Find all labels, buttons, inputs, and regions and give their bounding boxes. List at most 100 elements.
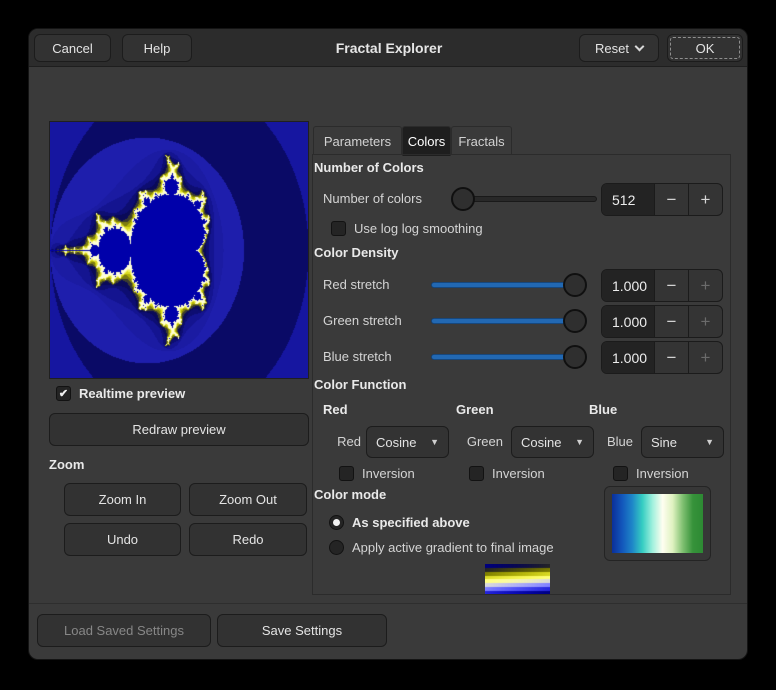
blue-stretch-spinner: 1.000 − + [601, 341, 723, 374]
number-of-colors-slider[interactable] [451, 187, 597, 211]
decrease-button[interactable]: − [654, 270, 688, 301]
blue-stretch-input[interactable]: 1.000 [602, 342, 654, 373]
slider-knob[interactable] [563, 309, 587, 333]
ok-button[interactable]: OK [667, 34, 743, 62]
realtime-preview-checkbox[interactable]: ✔ Realtime preview [56, 386, 185, 401]
load-saved-settings-button: Load Saved Settings [37, 614, 211, 647]
green-inversion-checkbox[interactable]: Inversion [469, 466, 545, 481]
undo-label: Undo [107, 532, 138, 547]
fractal-preview[interactable] [49, 121, 309, 379]
zoom-section-header: Zoom [49, 457, 84, 472]
blue-inversion-label: Inversion [636, 466, 689, 481]
increase-button[interactable]: + [688, 184, 722, 215]
checkbox-unchecked-icon [469, 466, 484, 481]
checkbox-unchecked-icon [339, 466, 354, 481]
chevron-down-icon [635, 41, 645, 51]
radio-selected-icon [329, 515, 344, 530]
reset-dropdown-button[interactable]: Reset [579, 34, 659, 62]
gradient-preview-swatch [612, 494, 703, 553]
ok-button-label: OK [696, 41, 715, 56]
slider-knob[interactable] [451, 187, 475, 211]
blue-function-dropdown[interactable]: Sine ▼ [641, 426, 724, 458]
mode-apply-gradient-label: Apply active gradient to final image [352, 540, 554, 555]
red-function-value: Cosine [376, 435, 416, 450]
save-settings-button[interactable]: Save Settings [217, 614, 387, 647]
green-inversion-label: Inversion [492, 466, 545, 481]
decrease-button[interactable]: − [654, 342, 688, 373]
red-function-label: Red [321, 434, 361, 449]
checkbox-unchecked-icon [613, 466, 628, 481]
green-stretch-spinner: 1.000 − + [601, 305, 723, 338]
number-of-colors-input[interactable]: 512 [602, 184, 654, 215]
green-stretch-input[interactable]: 1.000 [602, 306, 654, 337]
increase-button-disabled: + [688, 342, 722, 373]
tab-colors-label: Colors [408, 134, 446, 149]
checkbox-checked-icon: ✔ [56, 386, 71, 401]
titlebar: Cancel Help Fractal Explorer Reset OK [29, 29, 748, 67]
green-function-dropdown[interactable]: Cosine ▼ [511, 426, 594, 458]
number-of-colors-label: Number of colors [323, 191, 422, 206]
tab-parameters[interactable]: Parameters [313, 126, 402, 155]
green-function-label: Green [457, 434, 503, 449]
blue-inversion-checkbox[interactable]: Inversion [613, 466, 689, 481]
redo-label: Redo [232, 532, 263, 547]
blue-stretch-slider[interactable] [431, 345, 587, 369]
green-function-value: Cosine [521, 435, 561, 450]
blue-column-header: Blue [589, 402, 617, 417]
number-of-colors-spinner: 512 − + [601, 183, 723, 216]
checkbox-unchecked-icon [331, 221, 346, 236]
slider-knob[interactable] [563, 345, 587, 369]
increase-button-disabled: + [688, 270, 722, 301]
color-mode-header: Color mode [314, 487, 386, 502]
tab-parameters-label: Parameters [324, 134, 391, 149]
zoom-out-button[interactable]: Zoom Out [189, 483, 307, 516]
red-stretch-label: Red stretch [323, 277, 389, 292]
red-stretch-input[interactable]: 1.000 [602, 270, 654, 301]
zoom-in-label: Zoom In [99, 492, 147, 507]
realtime-preview-label: Realtime preview [79, 386, 185, 401]
green-stretch-slider[interactable] [431, 309, 587, 333]
slider-knob[interactable] [563, 273, 587, 297]
dropdown-arrow-icon: ▼ [575, 437, 584, 447]
dropdown-arrow-icon: ▼ [430, 437, 439, 447]
zoom-out-label: Zoom Out [219, 492, 277, 507]
red-stretch-slider[interactable] [431, 273, 587, 297]
mode-as-specified-label: As specified above [352, 515, 470, 530]
tab-fractals[interactable]: Fractals [451, 126, 512, 155]
radio-unselected-icon [329, 540, 344, 555]
reset-button-label: Reset [595, 41, 629, 56]
blue-function-value: Sine [651, 435, 677, 450]
footer-separator [29, 603, 748, 604]
red-inversion-checkbox[interactable]: Inversion [339, 466, 415, 481]
tab-fractals-label: Fractals [458, 134, 504, 149]
color-function-header: Color Function [314, 377, 406, 392]
save-settings-label: Save Settings [262, 623, 342, 638]
green-column-header: Green [456, 402, 494, 417]
green-stretch-label: Green stretch [323, 313, 402, 328]
red-inversion-label: Inversion [362, 466, 415, 481]
increase-button-disabled: + [688, 306, 722, 337]
log-smoothing-checkbox[interactable]: Use log log smoothing [331, 221, 483, 236]
blue-function-label: Blue [603, 434, 633, 449]
tab-colors[interactable]: Colors [402, 126, 451, 156]
color-density-header: Color Density [314, 245, 399, 260]
decrease-button[interactable]: − [654, 184, 688, 215]
red-function-dropdown[interactable]: Cosine ▼ [366, 426, 449, 458]
undo-button[interactable]: Undo [64, 523, 181, 556]
redraw-preview-button[interactable]: Redraw preview [49, 413, 309, 446]
mode-as-specified-radio[interactable]: As specified above [329, 515, 470, 530]
red-stretch-spinner: 1.000 − + [601, 269, 723, 302]
gradient-picker-button[interactable] [604, 486, 711, 561]
redo-button[interactable]: Redo [189, 523, 307, 556]
colormap-preview [485, 564, 550, 594]
redraw-preview-label: Redraw preview [132, 422, 225, 437]
dropdown-arrow-icon: ▼ [705, 437, 714, 447]
mode-apply-gradient-radio[interactable]: Apply active gradient to final image [329, 540, 554, 555]
load-saved-settings-label: Load Saved Settings [64, 623, 184, 638]
log-smoothing-label: Use log log smoothing [354, 221, 483, 236]
red-column-header: Red [323, 402, 348, 417]
decrease-button[interactable]: − [654, 306, 688, 337]
zoom-in-button[interactable]: Zoom In [64, 483, 181, 516]
fractal-explorer-dialog: Cancel Help Fractal Explorer Reset OK ✔ … [28, 28, 748, 660]
colormap-preview-canvas [485, 564, 550, 594]
